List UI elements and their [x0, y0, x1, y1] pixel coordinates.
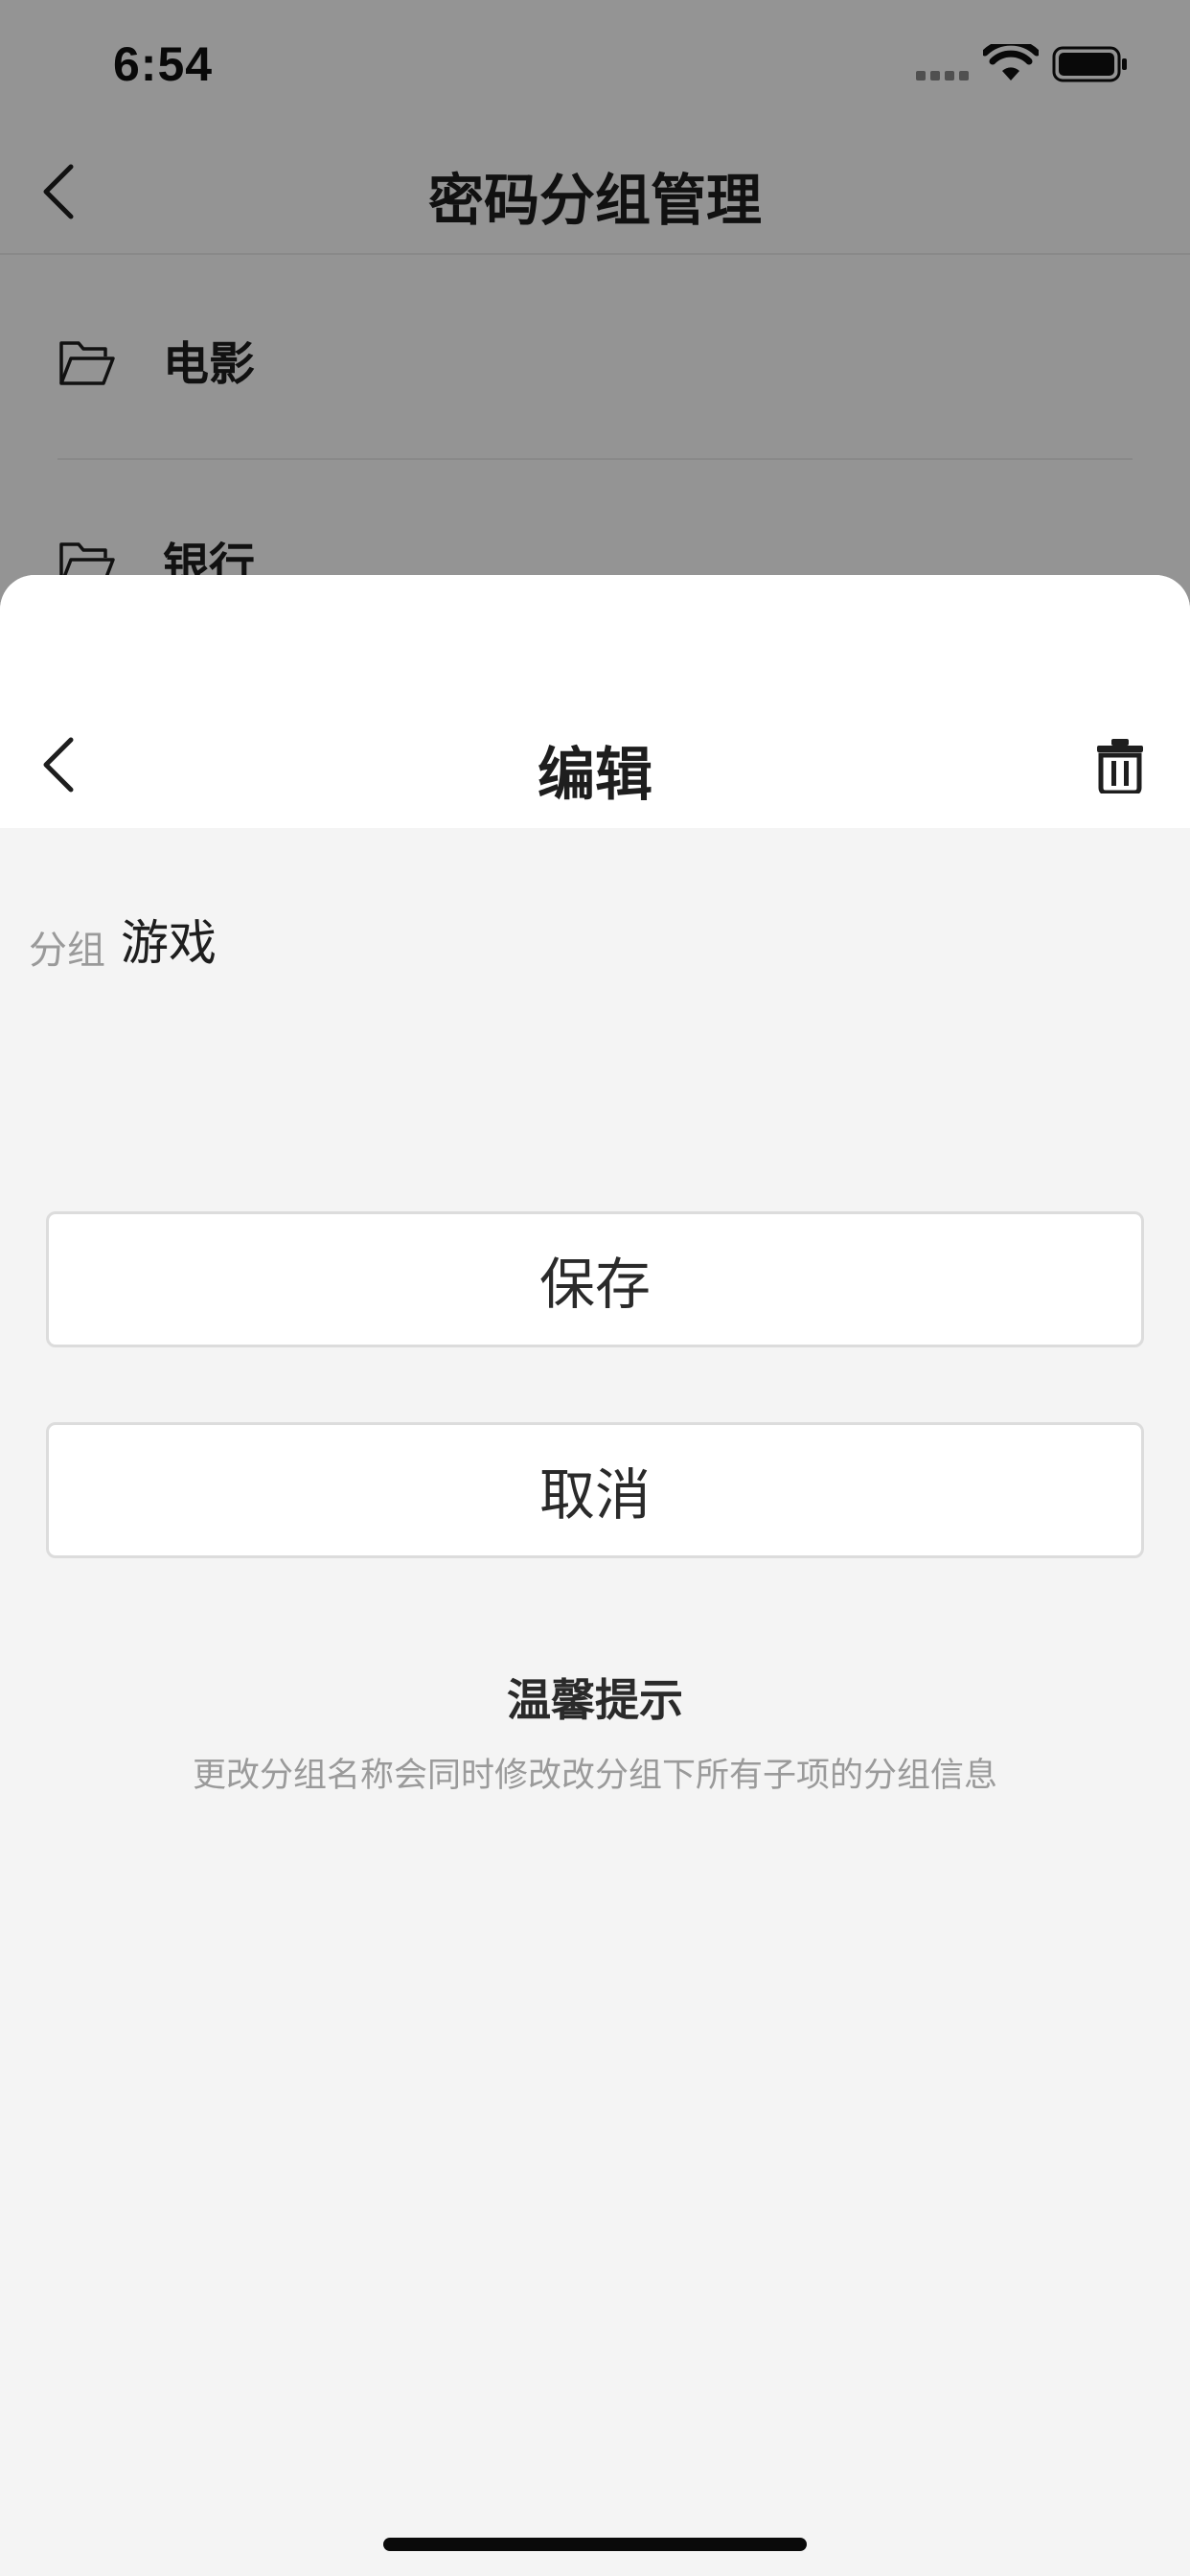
sheet-header: 编辑 [0, 575, 1190, 828]
home-indicator[interactable] [383, 2538, 807, 2551]
cancel-button[interactable]: 取消 [46, 1422, 1144, 1558]
group-label: 分组 [29, 929, 105, 973]
edit-sheet: 编辑 分组 保存 取消 温馨提示 更改分组名称会同时修改改分组下所有子项的分组信… [0, 575, 1190, 2576]
save-button[interactable]: 保存 [46, 1211, 1144, 1347]
trash-icon[interactable] [1096, 738, 1144, 794]
tip-title: 温馨提示 [507, 1674, 683, 1726]
tip-text: 更改分组名称会同时修改改分组下所有子项的分组信息 [192, 1757, 997, 1795]
sheet-title: 编辑 [538, 742, 652, 809]
group-name-input[interactable] [121, 906, 1079, 973]
